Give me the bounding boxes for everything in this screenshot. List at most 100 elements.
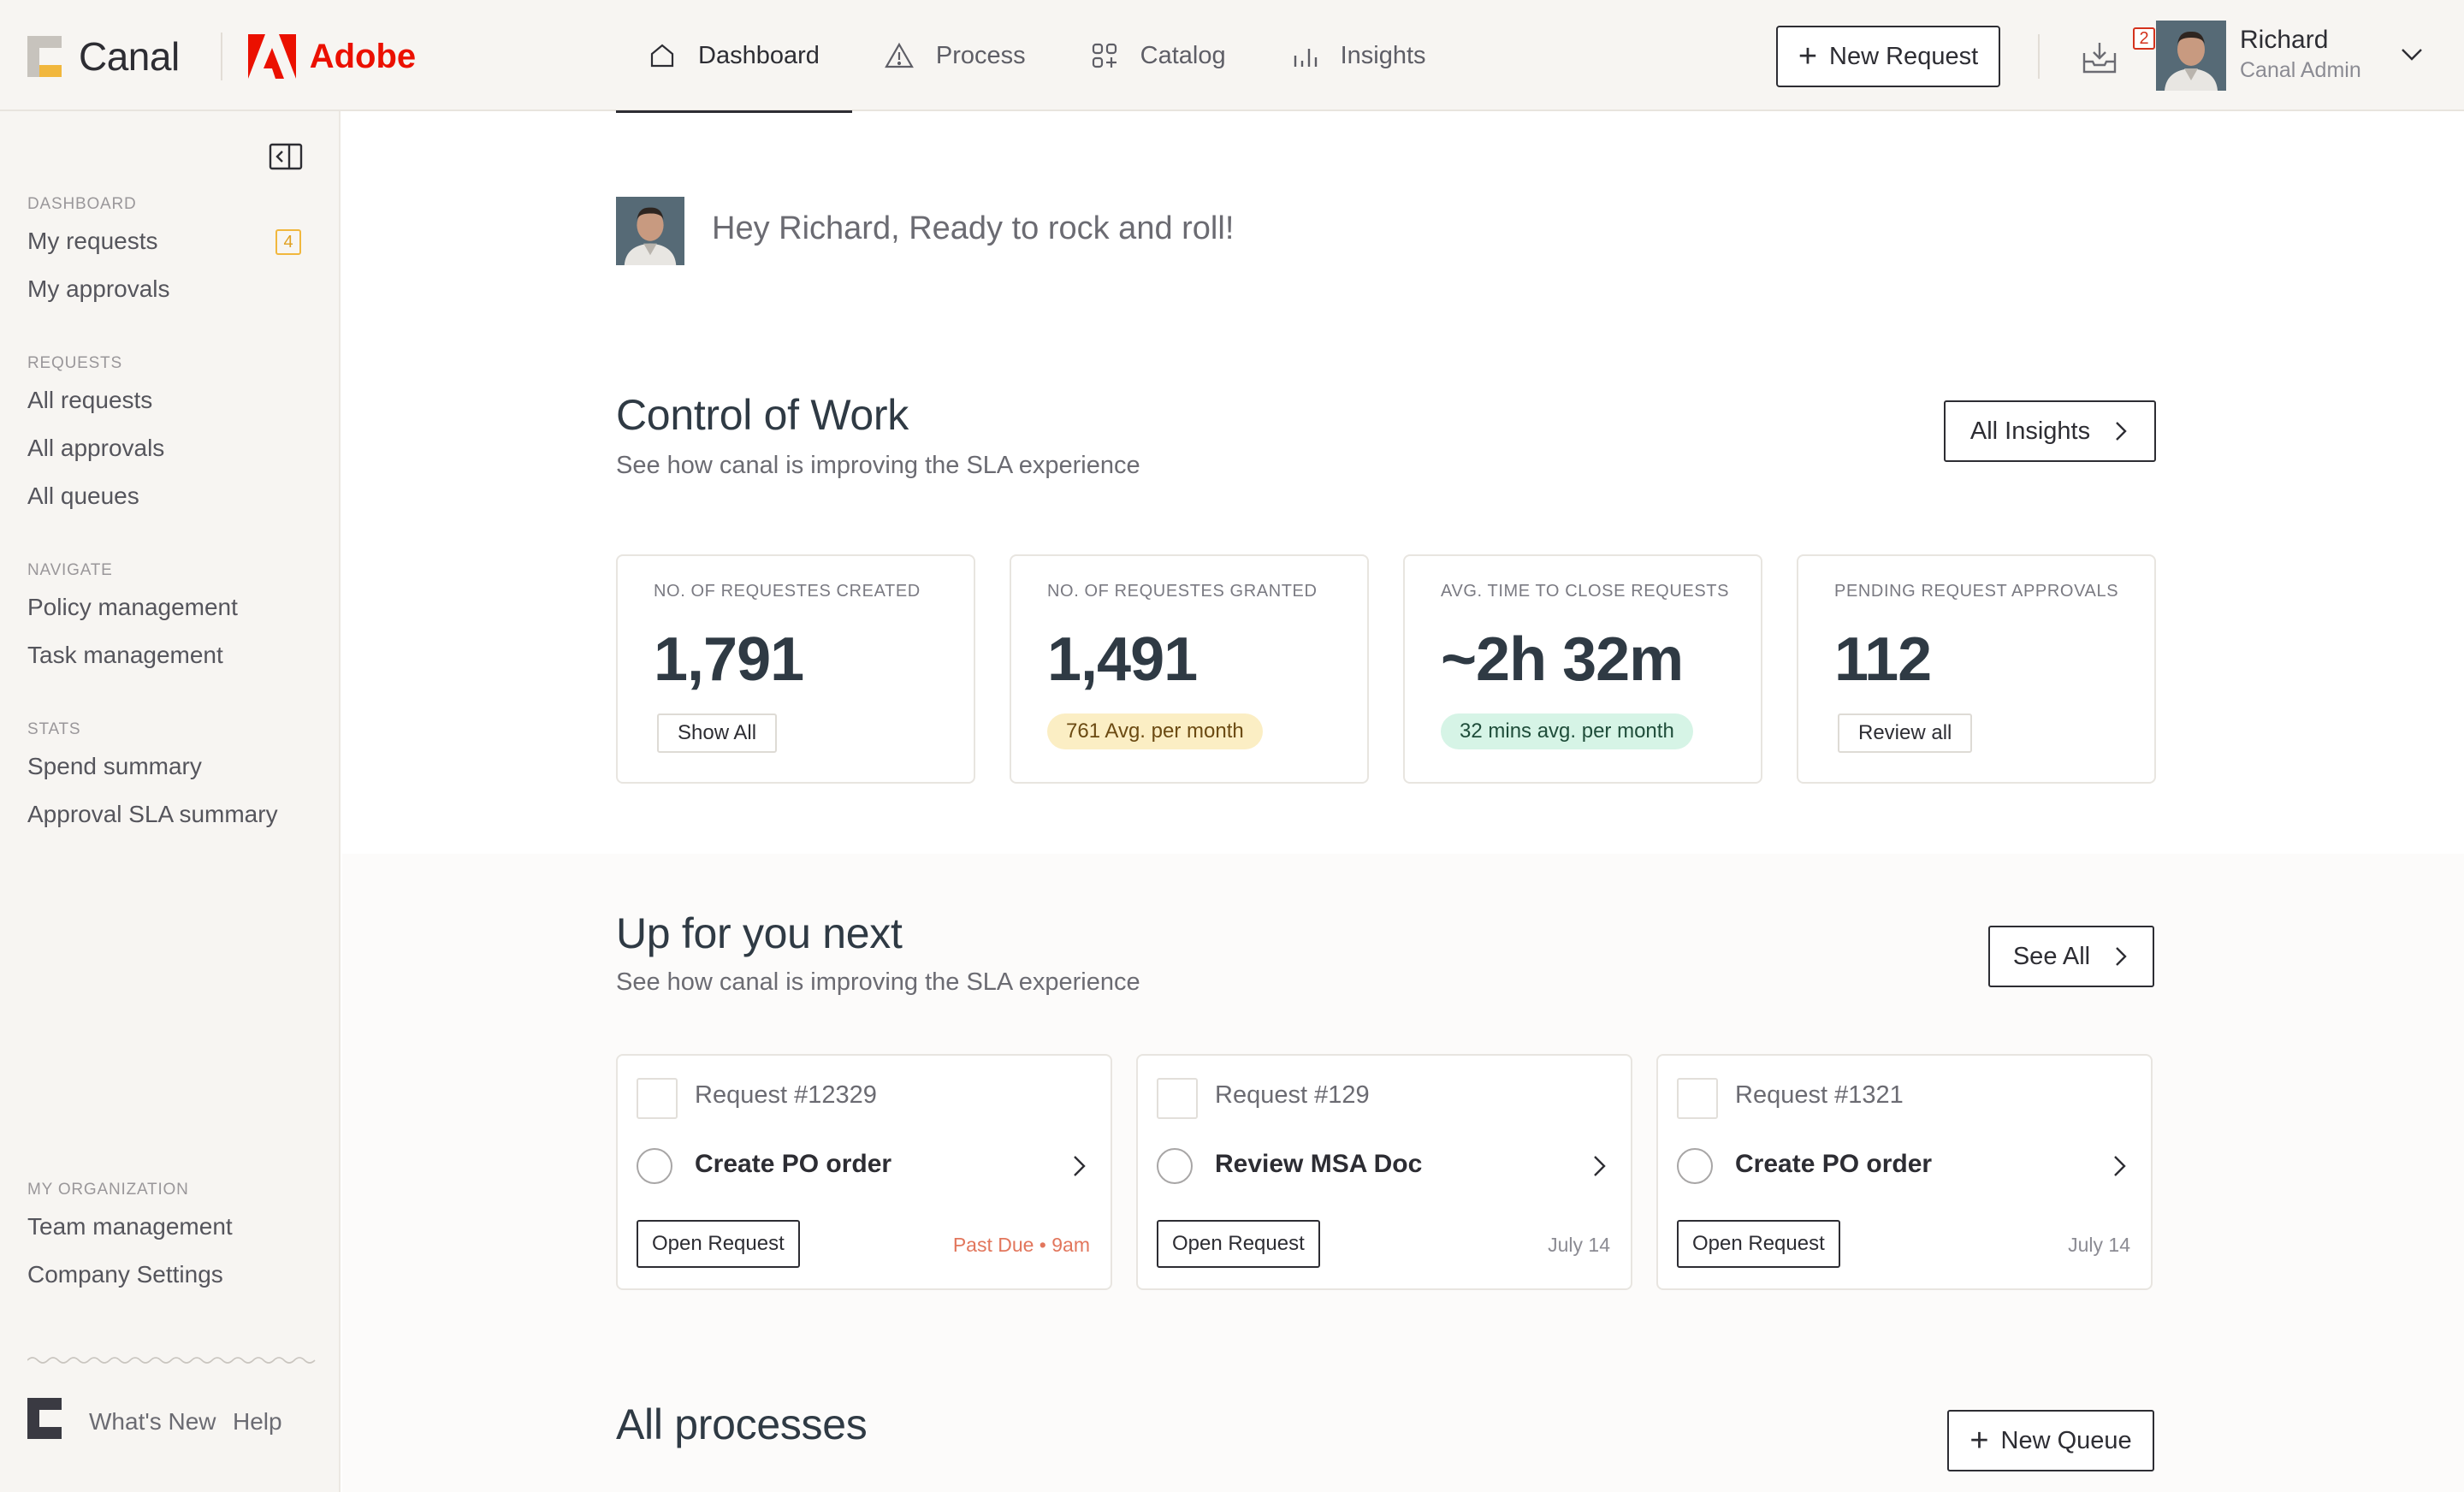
open-request-button[interactable]: Open Request (637, 1220, 800, 1268)
sidebar-item-policy-management[interactable]: Policy management (27, 594, 238, 621)
sidebar: DASHBOARD My requests 4 My approvals REQ… (0, 111, 341, 1492)
sidebar-item-spend-summary[interactable]: Spend summary (27, 753, 202, 780)
toolbar-divider (2038, 34, 2040, 79)
task-select-checkbox[interactable] (1157, 1078, 1198, 1119)
nav-process-label: Process (935, 41, 1026, 69)
avg-per-month-pill: 761 Avg. per month (1047, 713, 1263, 749)
new-queue-label: New Queue (2000, 1426, 2132, 1454)
sidebar-item-approval-sla-summary[interactable]: Approval SLA summary (27, 801, 278, 828)
sidebar-collapse-icon[interactable] (269, 142, 303, 171)
task-due-date: Past Due • 9am (952, 1234, 1090, 1256)
grid-plus-icon (1092, 43, 1116, 68)
stat-card-pending-approvals: PENDING REQUEST APPROVALS 112 Review all (1797, 554, 2156, 784)
sidebar-item-team-management[interactable]: Team management (27, 1213, 233, 1240)
inbox-download-icon[interactable] (2074, 31, 2125, 79)
task-request-id: Request #1321 (1735, 1081, 1904, 1109)
stat-card-requests-created: NO. OF REQUESTES CREATED 1,791 Show All (616, 554, 975, 784)
stat-card-avg-time-to-close: AVG. TIME TO CLOSE REQUESTS ~2h 32m 32 m… (1403, 554, 1762, 784)
nav-catalog[interactable]: Catalog (1058, 0, 1259, 111)
task-card[interactable]: Request #1321 Create PO order Open Reque… (1656, 1054, 2153, 1290)
sidebar-item-my-requests[interactable]: My requests (27, 228, 158, 255)
all-insights-label: All Insights (1969, 417, 2091, 445)
sidebar-item-all-queues[interactable]: All queues (27, 483, 139, 510)
task-select-checkbox[interactable] (637, 1078, 678, 1119)
new-queue-button[interactable]: + New Queue (1947, 1410, 2154, 1471)
stat-value: ~2h 32m (1441, 625, 1684, 694)
see-all-label: See All (2012, 942, 2091, 970)
sidebar-section-navigate: NAVIGATE (27, 561, 113, 579)
stat-label: NO. OF REQUESTES CREATED (654, 582, 921, 601)
all-processes-title: All processes (616, 1400, 868, 1448)
canal-footer-logo-icon (27, 1398, 63, 1439)
user-role: Canal Admin (2240, 58, 2361, 82)
sidebar-section-requests: REQUESTS (27, 354, 122, 372)
chevron-down-icon[interactable] (2399, 41, 2425, 67)
partner-name: Adobe (309, 37, 417, 75)
greeting-avatar (616, 197, 684, 265)
sidebar-item-all-approvals[interactable]: All approvals (27, 435, 164, 462)
stat-card-requests-granted: NO. OF REQUESTES GRANTED 1,491 761 Avg. … (1010, 554, 1369, 784)
brand[interactable]: Canal Adobe (27, 33, 416, 80)
chevron-right-icon[interactable] (1586, 1153, 1612, 1179)
brand-name: Canal (79, 34, 180, 79)
stat-label: NO. OF REQUESTES GRANTED (1047, 582, 1318, 601)
task-request-id: Request #12329 (695, 1081, 877, 1109)
chevron-right-icon (2116, 422, 2127, 441)
up-next-subtitle: See how canal is improving the SLA exper… (616, 968, 1140, 996)
open-request-button[interactable]: Open Request (1677, 1220, 1840, 1268)
stat-label: PENDING REQUEST APPROVALS (1834, 582, 2119, 601)
chevron-right-icon[interactable] (1066, 1153, 1092, 1179)
nav-process[interactable]: Process (852, 0, 1058, 111)
stat-label: AVG. TIME TO CLOSE REQUESTS (1441, 582, 1730, 601)
task-card[interactable]: Request #129 Review MSA Doc Open Request… (1136, 1054, 1632, 1290)
task-complete-radio[interactable] (1157, 1148, 1193, 1184)
avg-time-pill: 32 mins avg. per month (1441, 713, 1693, 749)
sidebar-item-company-settings[interactable]: Company Settings (27, 1261, 223, 1288)
chevron-right-icon[interactable] (2106, 1153, 2132, 1179)
user-avatar[interactable] (2156, 21, 2226, 91)
nav-dashboard-label: Dashboard (698, 41, 820, 69)
inbox-count-badge: 2 (2133, 27, 2155, 50)
whats-new-link[interactable]: What's New (89, 1408, 216, 1436)
review-all-button[interactable]: Review all (1838, 713, 1973, 753)
task-select-checkbox[interactable] (1677, 1078, 1718, 1119)
nav-dashboard[interactable]: Dashboard (616, 0, 852, 113)
brand-divider (220, 33, 222, 80)
sidebar-item-all-requests[interactable]: All requests (27, 387, 152, 414)
control-of-work-title: Control of Work (616, 391, 909, 439)
all-insights-button[interactable]: All Insights (1944, 400, 2156, 462)
stat-value: 112 (1834, 625, 1932, 694)
stat-value: 1,791 (654, 625, 804, 694)
warning-triangle-icon (884, 42, 914, 68)
chevron-right-icon (2116, 947, 2127, 966)
sidebar-section-dashboard: DASHBOARD (27, 195, 137, 213)
home-icon (650, 44, 674, 68)
task-complete-radio[interactable] (1677, 1148, 1713, 1184)
nav-insights[interactable]: Insights (1259, 0, 1459, 111)
my-requests-count-badge: 4 (275, 229, 301, 255)
task-name: Review MSA Doc (1215, 1150, 1423, 1178)
stat-value: 1,491 (1047, 625, 1198, 694)
task-complete-radio[interactable] (637, 1148, 672, 1184)
control-of-work-subtitle: See how canal is improving the SLA exper… (616, 452, 1140, 479)
new-request-button[interactable]: + New Request (1776, 26, 2000, 87)
task-name: Create PO order (1735, 1150, 1933, 1178)
plus-icon: + (1798, 38, 1818, 74)
task-request-id: Request #129 (1215, 1081, 1370, 1109)
sidebar-item-my-approvals[interactable]: My approvals (27, 275, 170, 303)
show-all-button[interactable]: Show All (657, 713, 778, 753)
task-card[interactable]: Request #12329 Create PO order Open Requ… (616, 1054, 1112, 1290)
greeting-text: Hey Richard, Ready to rock and roll! (712, 210, 1235, 246)
adobe-logo-icon (247, 34, 296, 79)
top-bar: Canal Adobe Dashboard Process Catalog In… (0, 0, 2464, 113)
canal-logo-icon (27, 36, 63, 77)
up-next-title: Up for you next (616, 909, 903, 957)
open-request-button[interactable]: Open Request (1157, 1220, 1320, 1268)
sidebar-section-my-organization: MY ORGANIZATION (27, 1181, 189, 1199)
task-due-date: July 14 (2068, 1234, 2130, 1256)
nav-catalog-label: Catalog (1140, 41, 1226, 69)
wave-divider (27, 1357, 316, 1364)
help-link[interactable]: Help (233, 1408, 282, 1436)
see-all-button[interactable]: See All (1988, 926, 2154, 987)
sidebar-item-task-management[interactable]: Task management (27, 642, 223, 669)
